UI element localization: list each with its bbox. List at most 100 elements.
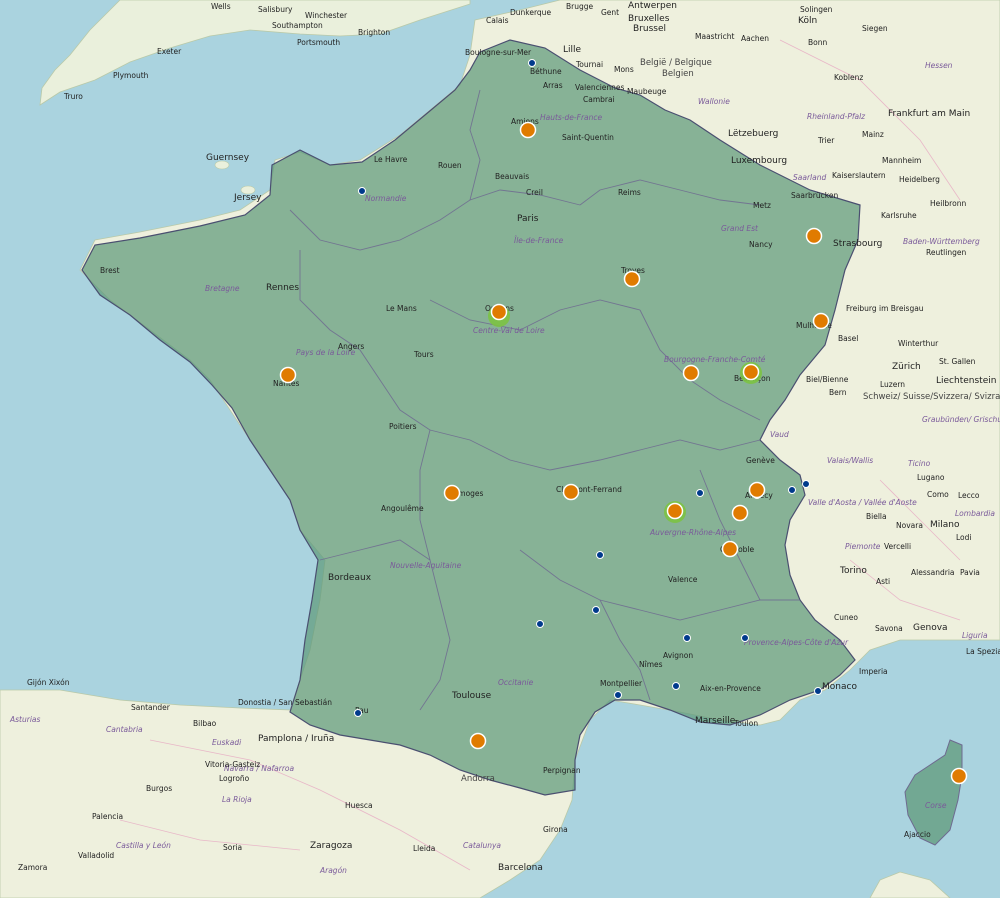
blue-marker[interactable] [672,682,680,690]
label-castilla: Castilla y León [116,841,171,850]
label-piemonte: Piemonte [845,542,881,551]
label-wells: Wells [211,2,231,11]
blue-marker[interactable] [528,59,536,67]
label-la-rioja: La Rioja [222,795,252,804]
blue-marker[interactable] [802,480,810,488]
label-milano: Milano [930,520,960,530]
label-wallonie: Wallonie [698,97,730,106]
label-vercelli: Vercelli [884,542,911,551]
label-liguria: Liguria [962,631,988,640]
label-girona: Girona [543,825,568,834]
label-rennes: Rennes [266,283,299,293]
label-catalunya: Catalunya [463,841,501,850]
label-rouen: Rouen [438,161,462,170]
label-huesca: Huesca [345,801,373,810]
orange-marker[interactable] [742,363,760,381]
label-truro: Truro [63,92,83,101]
orange-marker[interactable] [469,732,487,750]
label-mons: Mons [614,65,634,74]
blue-marker[interactable] [614,691,622,699]
label-bretagne: Bretagne [205,284,240,293]
orange-marker[interactable] [731,504,749,522]
label-tours: Tours [413,350,434,359]
label-valenciennes: Valenciennes [575,83,625,92]
orange-marker[interactable] [562,483,580,501]
label-saint-quentin: Saint-Quentin [562,133,614,142]
label-grand-est: Grand Est [721,224,759,233]
orange-marker[interactable] [805,227,823,245]
label-asti: Asti [876,577,890,586]
label-koln: Köln [798,16,817,26]
label-logrono: Logroño [219,774,250,783]
label-graubunden: Graubünden/ Grischun/ Grigioni [922,415,1000,424]
orange-marker[interactable] [443,484,461,502]
label-boulogne: Boulogne-sur-Mer [465,48,532,57]
label-liechtenstein: Liechtenstein [936,376,996,386]
label-normandie: Normandie [365,194,407,203]
label-creil: Creil [526,188,543,197]
orange-marker[interactable] [748,481,766,499]
blue-marker[interactable] [596,551,604,559]
label-portsmouth: Portsmouth [297,38,340,47]
label-toulouse: Toulouse [451,691,492,701]
label-como: Como [927,490,949,499]
label-tournai: Tournai [575,60,603,69]
label-montpellier: Montpellier [600,679,643,688]
label-maastricht: Maastricht [695,32,735,41]
label-palencia: Palencia [92,812,123,821]
blue-marker[interactable] [354,709,362,717]
orange-marker[interactable] [682,364,700,382]
label-reims: Reims [618,188,641,197]
blue-marker[interactable] [814,687,822,695]
blue-marker[interactable] [696,489,704,497]
label-rheinland: Rheinland-Pfalz [807,112,866,121]
orange-marker[interactable] [950,767,968,785]
label-novara: Novara [896,521,923,530]
orange-marker[interactable] [812,312,830,330]
orange-marker[interactable] [279,366,297,384]
label-mainz: Mainz [862,130,884,139]
map-canvas[interactable]: Wells Salisbury Winchester Southampton P… [0,0,1000,898]
orange-marker[interactable] [666,502,684,520]
label-heidelberg: Heidelberg [899,175,940,184]
label-zaragoza: Zaragoza [310,841,352,851]
orange-marker[interactable] [490,303,508,321]
label-basel: Basel [838,334,858,343]
label-euskadi: Euskadi [212,738,242,747]
label-aragon: Aragón [319,866,347,875]
label-ile-de-france: Île-de-France [514,236,564,245]
map-view[interactable]: Wells Salisbury Winchester Southampton P… [0,0,1000,898]
label-bonn: Bonn [808,38,827,47]
label-saarbrucken: Saarbrücken [791,191,838,200]
label-karlsruhe: Karlsruhe [881,211,917,220]
label-kaiserslautern: Kaiserslautern [832,171,886,180]
blue-marker[interactable] [788,486,796,494]
label-asturias: Asturias [9,715,40,724]
blue-marker[interactable] [536,620,544,628]
orange-marker[interactable] [623,270,641,288]
label-alessandria: Alessandria [911,568,955,577]
label-savona: Savona [875,624,903,633]
label-valladolid: Valladolid [78,851,114,860]
label-arras: Arras [543,81,563,90]
label-lugano: Lugano [917,473,945,482]
label-vaud: Vaud [770,430,789,439]
label-biel: Biel/Bienne [806,375,849,384]
label-brest: Brest [100,266,120,275]
label-southampton: Southampton [272,21,323,30]
label-st-gallen: St. Gallen [939,357,976,366]
label-bruxelles: Bruxelles [628,14,670,24]
label-brussel: Brussel [633,24,666,34]
blue-marker[interactable] [358,187,366,195]
label-andorra: Andorra [461,774,495,784]
blue-marker[interactable] [683,634,691,642]
label-strasbourg: Strasbourg [833,239,882,249]
orange-marker[interactable] [519,121,537,139]
label-reutlingen: Reutlingen [926,248,966,257]
label-donostia: Donostia / San Sebastián [238,698,332,707]
orange-marker[interactable] [721,540,739,558]
label-soria: Soria [223,843,242,852]
blue-marker[interactable] [592,606,600,614]
blue-marker[interactable] [741,634,749,642]
label-lleida: Lleida [413,844,435,853]
